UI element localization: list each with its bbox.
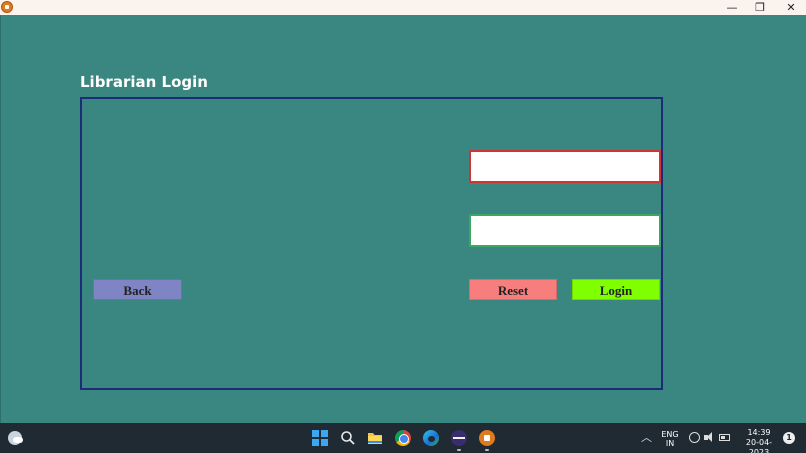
start-icon[interactable] — [312, 430, 328, 446]
back-button[interactable]: Back — [93, 279, 182, 300]
clock-date: 20-04-2023 — [745, 438, 773, 453]
language-indicator[interactable]: ENG IN — [660, 430, 680, 448]
running-indicator — [457, 449, 461, 451]
chevron-up-icon[interactable]: ︿ — [641, 429, 652, 445]
eclipse-icon[interactable] — [451, 430, 467, 446]
minimize-button[interactable]: — — [718, 0, 746, 15]
page-title: Librarian Login — [80, 73, 208, 91]
battery-icon[interactable] — [719, 434, 730, 441]
password-field[interactable] — [469, 214, 661, 247]
chrome-icon[interactable] — [395, 430, 411, 446]
notification-icon[interactable]: 1 — [783, 432, 795, 444]
login-button[interactable]: Login — [572, 279, 660, 300]
edge-icon[interactable] — [423, 430, 439, 446]
restore-button[interactable]: ❐ — [746, 0, 774, 15]
folder-icon[interactable] — [367, 430, 383, 446]
java-app-icon — [1, 1, 13, 13]
username-field[interactable] — [469, 150, 661, 183]
network-icon[interactable] — [689, 432, 700, 443]
weather-icon[interactable] — [8, 431, 23, 445]
taskbar: ︿ ENG IN 14:39 20-04-2023 1 — [0, 423, 806, 453]
search-icon[interactable] — [340, 430, 356, 446]
reset-button[interactable]: Reset — [469, 279, 557, 300]
clock-time: 14:39 — [747, 428, 771, 437]
clock[interactable]: 14:39 20-04-2023 — [736, 428, 782, 453]
title-bar: — ❐ ✕ — [0, 0, 806, 15]
close-button[interactable]: ✕ — [777, 0, 805, 15]
java-icon[interactable] — [479, 430, 495, 446]
volume-icon[interactable] — [704, 432, 715, 443]
running-indicator — [485, 449, 489, 451]
